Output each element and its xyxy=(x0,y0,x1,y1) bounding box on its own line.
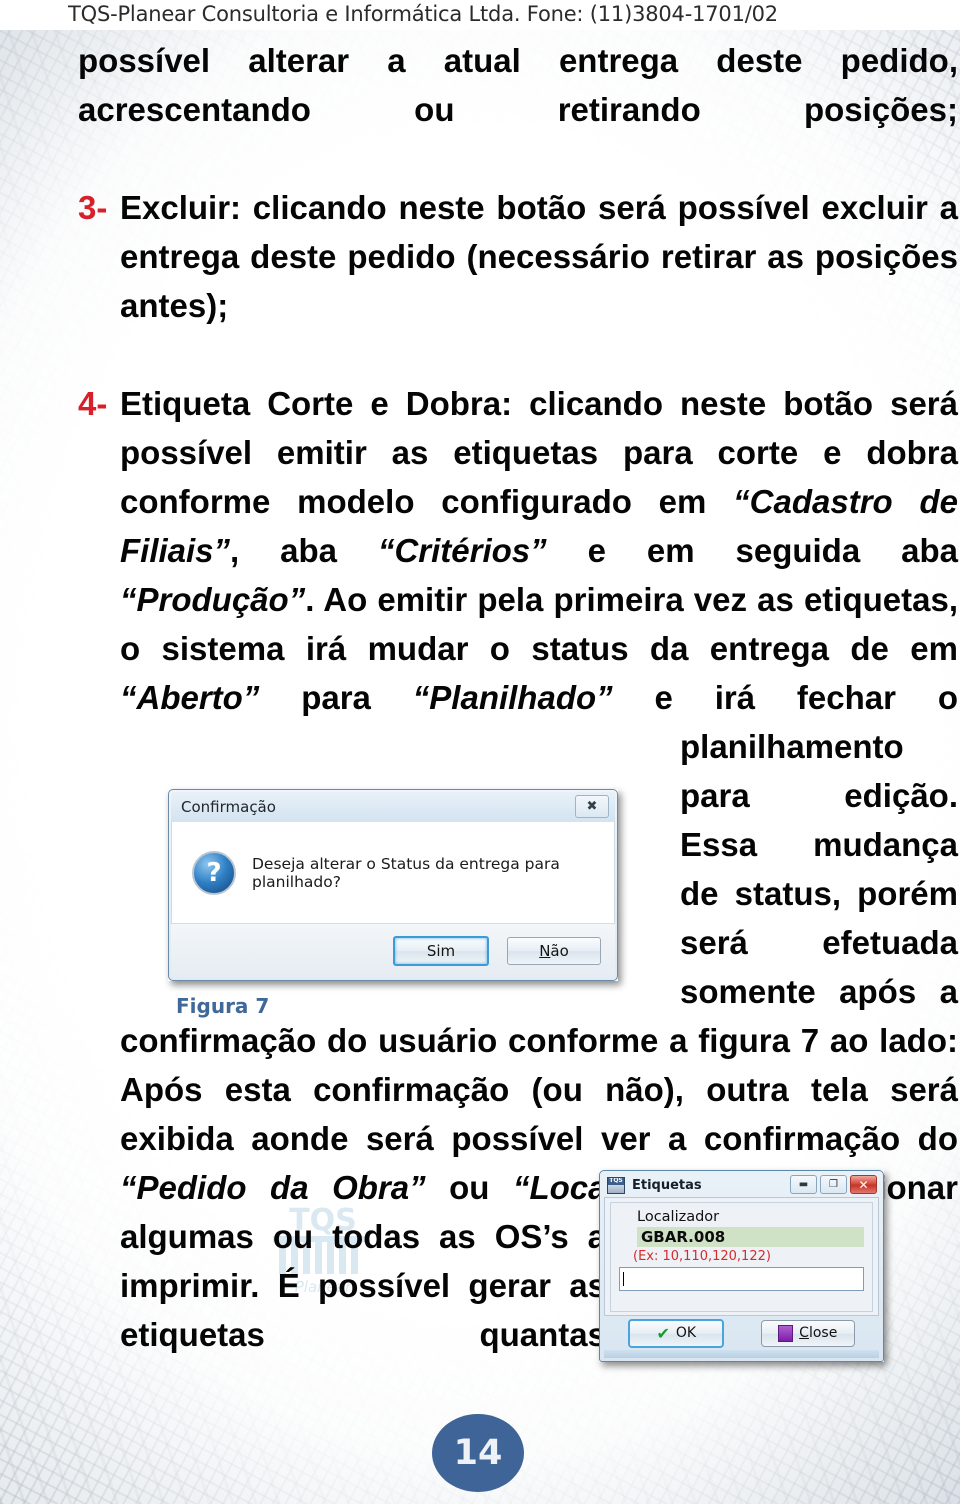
quote-producao: “Produção” xyxy=(120,581,306,618)
figure-7-confirmation-dialog: Confirmação ✖ ? Deseja alterar o Status … xyxy=(168,789,618,981)
etiquetas-window: Etiquetas ▬ ❐ ✕ Localizador GBAR.008 (Ex… xyxy=(599,1170,884,1362)
ok-button-label: OK xyxy=(675,1325,697,1341)
localizador-example-hint: (Ex: 10,110,120,122) xyxy=(633,1249,771,1264)
item4-text-b: , aba xyxy=(230,532,378,569)
dialog-message: Deseja alterar o Status da entrega para … xyxy=(252,854,560,891)
window-controls: ▬ ❐ ✕ xyxy=(790,1175,877,1194)
item4-text-c: e em seguida aba xyxy=(546,532,958,569)
dialog-titlebar: Confirmação ✖ xyxy=(171,792,615,822)
minimize-icon[interactable]: ▬ xyxy=(790,1175,817,1194)
quote-aberto: “Aberto” xyxy=(120,679,260,716)
quote-criterios: “Critérios” xyxy=(377,532,547,569)
list-marker-3: 3- xyxy=(78,189,108,226)
list-item-3-term: Excluir: xyxy=(120,189,242,226)
etiquetas-statusbar xyxy=(604,1350,879,1358)
confirmation-dialog: Confirmação ✖ ? Deseja alterar o Status … xyxy=(168,789,618,981)
quote-planilhado: “Planilhado” xyxy=(412,679,613,716)
no-button-rest: ão xyxy=(550,942,569,960)
no-button-mnemonic: N xyxy=(539,942,551,960)
dialog-title: Confirmação xyxy=(181,798,276,816)
item4-text-e: para xyxy=(259,679,413,716)
etiquetas-title: Etiquetas xyxy=(632,1177,702,1193)
yes-button[interactable]: Sim xyxy=(393,936,489,966)
localizador-value: GBAR.008 xyxy=(637,1227,864,1247)
tqs-icon xyxy=(607,1176,625,1194)
text-caret xyxy=(623,1272,624,1286)
close-icon[interactable]: ✕ xyxy=(850,1175,877,1194)
paragraph-continuation: possível alterar a atual entrega deste p… xyxy=(78,42,958,128)
quote-pedido-da-obra: “Pedido da Obra” xyxy=(120,1169,426,1206)
close-button-label: Close xyxy=(799,1325,837,1341)
localizador-group: Localizador GBAR.008 (Ex: 10,110,120,122… xyxy=(610,1202,873,1312)
dialog-body: ? Deseja alterar o Status da entrega par… xyxy=(171,822,615,923)
figure-7-caption: Figura 7 xyxy=(176,994,270,1018)
list-marker-4: 4- xyxy=(78,385,108,422)
header-company-line: TQS-Planear Consultoria e Informática Lt… xyxy=(68,2,778,26)
document-page: TQS-Planear Consultoria e Informática Lt… xyxy=(0,0,960,1504)
dialog-footer: Sim Não xyxy=(171,923,615,978)
etiquetas-titlebar: Etiquetas ▬ ❐ ✕ xyxy=(602,1173,881,1197)
page-number-badge: 14 xyxy=(432,1414,524,1492)
list-item-3-body: Excluir: clicando neste botão será possí… xyxy=(120,183,958,379)
list-item-3: 3- Excluir: clicando neste botão será po… xyxy=(78,183,958,379)
no-button[interactable]: Não xyxy=(507,937,601,965)
figure-etiquetas-window: Etiquetas ▬ ❐ ✕ Localizador GBAR.008 (Ex… xyxy=(599,1170,884,1362)
check-icon: ✔ xyxy=(656,1323,670,1343)
document-header: TQS-Planear Consultoria e Informática Lt… xyxy=(0,0,960,30)
ok-button[interactable]: ✔ OK xyxy=(628,1318,725,1348)
list-item-3-text: clicando neste botão será possível exclu… xyxy=(120,189,958,324)
localizador-label: Localizador xyxy=(637,1209,720,1225)
etiquetas-footer: ✔ OK Close xyxy=(602,1316,881,1350)
close-icon[interactable]: ✖ xyxy=(575,795,609,818)
etiquetas-client-area: Localizador GBAR.008 (Ex: 10,110,120,122… xyxy=(604,1197,879,1316)
item4-text-g: ou xyxy=(425,1169,513,1206)
close-button[interactable]: Close xyxy=(760,1319,855,1347)
close-button-mnemonic: C xyxy=(799,1325,809,1341)
maximize-icon[interactable]: ❐ xyxy=(820,1175,847,1194)
close-button-rest: lose xyxy=(808,1325,838,1341)
question-icon: ? xyxy=(192,850,236,895)
exit-door-icon xyxy=(778,1324,794,1342)
localizador-input[interactable] xyxy=(619,1267,864,1291)
list-item-4-term: Etiqueta Corte e Dobra: xyxy=(120,385,513,422)
